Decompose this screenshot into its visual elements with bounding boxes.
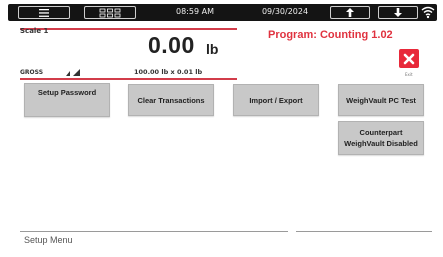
scales-icon — [99, 8, 121, 17]
clear-transactions-button[interactable]: Clear Transactions — [128, 84, 214, 116]
arrow-down-icon — [394, 8, 402, 17]
counterpart-label-line2: WeighVault Disabled — [344, 139, 418, 148]
program-label: Program: Counting 1.02 — [268, 29, 393, 41]
weighvault-pc-test-button[interactable]: WeighVault PC Test — [338, 84, 424, 116]
scale-capacity: 100.00 lb x 0.01 lb — [134, 68, 203, 76]
close-icon — [403, 53, 415, 64]
menu-title: Setup Menu — [24, 235, 73, 245]
weight-unit: lb — [206, 41, 219, 57]
import-export-label: Import / Export — [249, 95, 303, 105]
clock-time: 08:59 AM — [176, 7, 214, 16]
screen: 08:59 AM 09/30/2024 Scale 1 0.00 lb GROS… — [0, 0, 443, 257]
counterpart-weighvault-button[interactable]: Counterpart WeighVault Disabled — [338, 121, 424, 155]
exit-button[interactable] — [399, 49, 419, 68]
footer-divider-right — [296, 231, 432, 232]
weighvault-pc-test-label: WeighVault PC Test — [346, 95, 416, 105]
scale-bottom-divider — [20, 78, 237, 80]
scale-top-divider — [20, 28, 237, 30]
wifi-icon — [421, 6, 435, 19]
exit-label: Exit — [405, 72, 413, 77]
scroll-up-button[interactable] — [330, 6, 370, 19]
clear-transactions-label: Clear Transactions — [137, 95, 205, 105]
scroll-down-button[interactable] — [378, 6, 418, 19]
setup-password-label: Setup Password — [37, 88, 97, 97]
counterpart-label: Counterpart WeighVault Disabled — [344, 127, 418, 149]
scales-button[interactable] — [84, 6, 136, 19]
weigh-mode: GROSS — [20, 69, 44, 76]
hamburger-icon — [39, 8, 49, 17]
clock-date: 09/30/2024 — [261, 7, 309, 16]
stable-indicator-icon — [66, 69, 80, 76]
import-export-button[interactable]: Import / Export — [233, 84, 319, 116]
weight-value: 0.00 — [148, 32, 195, 58]
setup-password-button[interactable]: Setup Password — [24, 83, 110, 117]
counterpart-label-line1: Counterpart — [359, 128, 403, 137]
arrow-up-icon — [346, 8, 354, 17]
top-status-bar: 08:59 AM 09/30/2024 — [8, 4, 437, 21]
footer-divider-left — [20, 231, 288, 232]
menu-button[interactable] — [18, 6, 70, 19]
scale-name: Scale 1 — [20, 27, 49, 35]
